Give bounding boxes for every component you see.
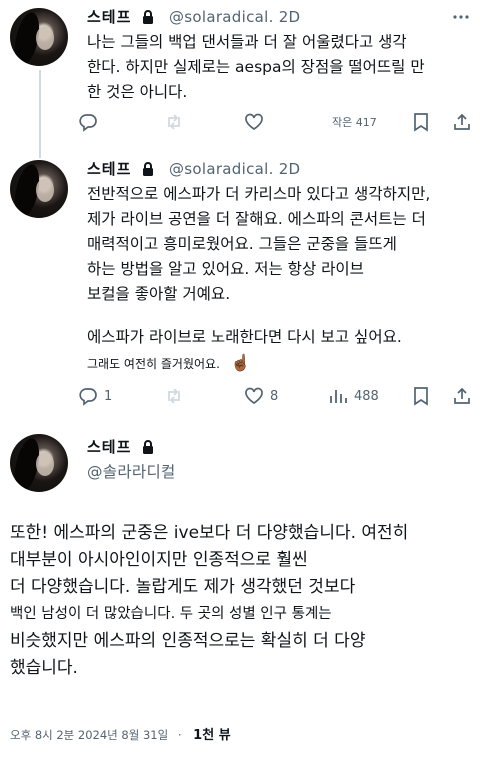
retweet-icon <box>168 114 180 130</box>
thread-line <box>39 150 41 158</box>
display-name[interactable]: 스테프 <box>87 438 131 456</box>
like-button[interactable]: 8 <box>244 386 278 406</box>
pointing-up-emoji: ☝🏾 <box>230 353 251 372</box>
handle-row: @솔라라디컬 <box>87 460 176 482</box>
tweet-line: 전반적으로 에스파가 더 카리스마 있다고 생각하지만, <box>87 185 431 203</box>
views-count: 488 <box>354 388 379 404</box>
tweet-line: 대부분이 아시아인이지만 인종적으로 훨씬 <box>10 550 308 570</box>
handle[interactable]: @솔라라디컬 <box>87 463 176 481</box>
tweet-line: 하는 방법을 알고 있어요. 저는 항상 라이브 <box>87 260 364 278</box>
tweet-line: 백인 남성이 더 많았습니다. 두 곳의 성별 인구 통계는 <box>10 606 332 622</box>
like-count: 8 <box>270 388 279 404</box>
separator-dot: · <box>177 728 182 742</box>
tweet-line: 나는 그들의 백업 댄서들과 더 잘 어울렸다고 생각 <box>87 33 407 51</box>
share-icon <box>454 113 470 130</box>
tweet-1: 스테프 @solaradical. 2D 나는 그들의 백업 댄서들과 더 잘 … <box>0 0 480 156</box>
views-count: 작은 417 <box>332 116 377 129</box>
views-icon <box>330 390 347 403</box>
tweet-header: 스테프 @solaradical. 2D <box>87 6 300 28</box>
reply-count: 1 <box>104 388 113 404</box>
more-icon[interactable] <box>452 8 470 26</box>
reply-button[interactable] <box>78 112 98 132</box>
tweet-line: 제가 라이브 공연을 더 잘해요. 에스파의 콘서트는 더 <box>87 210 426 228</box>
bookmark-icon <box>414 113 428 132</box>
like-button[interactable] <box>244 112 264 132</box>
timestamp[interactable]: 오후 8시 2분 2024년 8월 31일 <box>10 728 168 742</box>
tweet-line: 비슷했지만 에스파의 인종적으로는 확실히 더 다양 <box>10 631 366 651</box>
main-tweet-text: 또한! 에스파의 군중은 ive보다 더 다양했습니다. 여전히 대부분이 아시… <box>10 520 408 682</box>
avatar[interactable] <box>10 8 68 66</box>
reply-icon <box>79 388 97 406</box>
tweet-header: 스테프 <box>87 436 154 458</box>
tweet-line: 에스파가 라이브로 노래한다면 다시 보고 싶어요. <box>87 328 402 346</box>
retweet-button[interactable] <box>164 112 184 132</box>
thread-line <box>39 70 41 156</box>
action-bar: 1 8 488 <box>78 386 478 410</box>
retweet-icon <box>168 388 180 404</box>
display-name[interactable]: 스테프 <box>87 8 131 26</box>
lock-icon <box>142 162 154 180</box>
handle[interactable]: @solaradical. 2D <box>169 160 300 178</box>
lock-icon <box>142 440 154 458</box>
retweet-button[interactable] <box>164 386 184 406</box>
tweet-line: 했습니다. <box>10 658 78 678</box>
like-icon <box>245 113 263 131</box>
lock-icon <box>142 10 154 28</box>
tweet-line: 매력적이고 흥미로웠어요. 그들은 군중을 들뜨게 <box>87 235 397 253</box>
tweet-line: 한 것은 아니다. <box>87 83 188 101</box>
view-count: 1천 뷰 <box>193 728 231 743</box>
tweet-line: 보컬을 좋아할 거예요. <box>87 285 231 303</box>
share-icon <box>454 387 470 404</box>
display-name[interactable]: 스테프 <box>87 160 131 178</box>
views-stat[interactable]: 작은 417 <box>332 114 377 130</box>
tweet-line-small: 그래도 여전히 즐거웠어요. ☝🏾 <box>87 350 430 377</box>
bookmark-button[interactable] <box>412 386 430 406</box>
tweet-text: 나는 그들의 백업 댄서들과 더 잘 어울렸다고 생각 한다. 하지만 실제로는… <box>87 30 425 105</box>
tweet-line: 한다. 하지만 실제로는 aespa의 장점을 떨어뜨릴 만 <box>87 58 425 76</box>
like-icon <box>245 387 263 405</box>
share-button[interactable] <box>452 386 472 406</box>
tweet-text: 전반적으로 에스파가 더 카리스마 있다고 생각하지만, 제가 라이브 공연을 … <box>87 182 430 377</box>
action-bar: 작은 417 <box>78 112 478 136</box>
tweet-line: 더 다양했습니다. 놀랍게도 제가 생각했던 것보다 <box>10 577 356 597</box>
tweet-2: 스테프 @solaradical. 2D 전반적으로 에스파가 더 카리스마 있… <box>0 150 480 420</box>
tweet-header: 스테프 @solaradical. 2D <box>87 158 300 180</box>
share-button[interactable] <box>452 112 472 132</box>
bookmark-icon <box>414 387 428 406</box>
avatar[interactable] <box>10 434 68 492</box>
tweet-small-text: 그래도 여전히 즐거웠어요. <box>87 357 220 371</box>
bookmark-button[interactable] <box>412 112 430 132</box>
views-stat[interactable]: 488 <box>328 386 379 406</box>
reply-icon <box>79 114 97 132</box>
tweet-line: 또한! 에스파의 군중은 ive보다 더 다양했습니다. 여전히 <box>10 523 409 543</box>
avatar[interactable] <box>10 160 68 218</box>
tweet-meta: 오후 8시 2분 2024년 8월 31일 · 1천 뷰 <box>10 724 231 743</box>
handle[interactable]: @solaradical. 2D <box>169 8 300 26</box>
reply-button[interactable]: 1 <box>78 386 112 406</box>
